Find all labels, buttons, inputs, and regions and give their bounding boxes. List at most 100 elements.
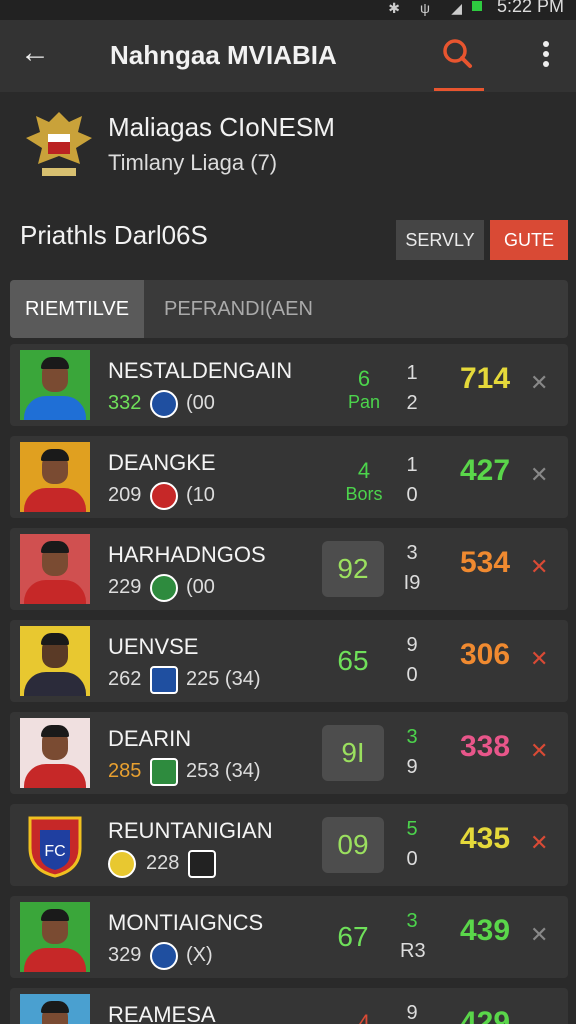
player-name: HARHADNGOS xyxy=(108,542,266,567)
mini-top: 3 xyxy=(406,726,418,748)
player-row[interactable]: MONTIAIGNCS 329 (X) 67 3 R3 439 ✕ xyxy=(10,896,568,978)
player-avatar xyxy=(20,534,90,604)
tab-active[interactable]: RIEMTILVE xyxy=(10,280,144,338)
back-arrow-icon[interactable]: ← xyxy=(20,36,50,70)
remove-icon[interactable]: ✕ xyxy=(530,922,548,948)
mini-top: 3 xyxy=(406,542,418,564)
player-score: 534 xyxy=(459,546,511,579)
player-row[interactable]: UENVSE 262 225 (34) 65 9 0 306 ✕ xyxy=(10,620,568,702)
player-avatar xyxy=(20,994,90,1024)
player-number: 229 xyxy=(108,576,142,598)
search-tab-indicator xyxy=(434,88,484,91)
mini-top: 1 xyxy=(406,454,418,476)
stat-value-box: 9I xyxy=(322,725,384,781)
stat-value: 6 xyxy=(357,366,371,391)
mini-bottom: I9 xyxy=(403,572,421,594)
player-score: 427 xyxy=(459,454,511,487)
player-avatar xyxy=(20,442,90,512)
battery-icon xyxy=(472,1,482,11)
mini-bottom: 2 xyxy=(406,392,418,414)
player-avatar xyxy=(20,350,90,420)
club-badge-icon xyxy=(108,850,136,878)
club-badge-icon xyxy=(150,666,178,694)
player-name: MONTIAIGNCS xyxy=(108,910,264,935)
mini-top: 3 xyxy=(406,910,418,932)
stat-value-box: 92 xyxy=(322,541,384,597)
player-name: REAMESA xyxy=(108,1002,216,1024)
club-badge-icon xyxy=(150,574,178,602)
signal-icon: ◢ xyxy=(451,0,462,16)
player-name: DEANGKE xyxy=(108,450,216,475)
player-number: 329 xyxy=(108,944,142,966)
club-badge-icon xyxy=(188,850,216,878)
vibrate-icon: ψ xyxy=(420,0,430,16)
stat-value-box: 09 xyxy=(322,817,384,873)
player-avatar xyxy=(20,902,90,972)
player-name: NESTALDENGAIN xyxy=(108,358,293,383)
player-number: 285 xyxy=(108,760,142,782)
mini-bottom: 0 xyxy=(406,484,418,506)
player-avatar xyxy=(20,626,90,696)
stat-label: Bors xyxy=(345,484,383,504)
club-badge-icon xyxy=(150,390,178,418)
mini-bottom: 0 xyxy=(406,848,418,870)
stat-value: 67 xyxy=(337,921,369,952)
search-icon[interactable] xyxy=(438,32,478,78)
player-score: 439 xyxy=(459,914,511,947)
player-row[interactable]: FC REUNTANIGIAN 228 09 5 0 435 ✕ xyxy=(10,804,568,886)
mini-top: 5 xyxy=(406,818,418,840)
player-stat: 228 xyxy=(146,852,180,874)
remove-icon[interactable]: ✕ xyxy=(530,738,548,764)
league-crest-icon xyxy=(22,108,96,184)
primary-button[interactable]: GUTE xyxy=(490,220,568,260)
stat-value: 65 xyxy=(337,645,369,676)
player-number: 262 xyxy=(108,668,142,690)
player-row[interactable]: DEANGKE 209 (10 4 Bors 1 0 427 ✕ xyxy=(10,436,568,518)
page-title: Nahngaa MVIABIA xyxy=(110,40,337,70)
status-time: 5:22 PM xyxy=(496,0,564,16)
player-row[interactable]: DEARIN 285 253 (34) 9I 3 9 338 ✕ xyxy=(10,712,568,794)
tab-bar: RIEMTILVE PEFRANDI(AEN xyxy=(10,280,568,338)
player-row[interactable]: HARHADNGOS 229 (00 92 3 I9 534 ✕ xyxy=(10,528,568,610)
remove-icon[interactable]: ✕ xyxy=(530,646,548,672)
league-subtitle: Timlany Liaga (7) xyxy=(108,150,278,175)
section-title: Priathls Darl06S xyxy=(20,220,208,250)
mini-top: 1 xyxy=(406,362,418,384)
bluetooth-icon: ✱ xyxy=(388,0,400,16)
player-name: REUNTANIGIAN xyxy=(108,818,273,843)
player-name: UENVSE xyxy=(108,634,199,659)
club-badge-icon xyxy=(150,482,178,510)
mini-top: 9 xyxy=(406,1002,418,1024)
stat-value: 4 xyxy=(357,458,371,483)
player-number: 209 xyxy=(108,484,142,506)
club-crest-icon: FC xyxy=(20,810,90,880)
player-stat: (00 xyxy=(186,392,215,414)
player-row[interactable]: REAMESA 4 9 429 xyxy=(10,988,568,1024)
remove-icon[interactable]: ✕ xyxy=(530,462,548,488)
mini-top: 9 xyxy=(406,634,418,656)
remove-icon[interactable]: ✕ xyxy=(530,830,548,856)
status-bar: ✱ ψ ◢ 5:22 PM xyxy=(0,0,576,20)
mini-bottom: 9 xyxy=(406,756,418,778)
tab-inactive[interactable]: PEFRANDI(AEN xyxy=(164,280,313,338)
stat-label: Pan xyxy=(347,392,381,412)
player-avatar xyxy=(20,718,90,788)
player-stat: 253 (34) xyxy=(186,760,261,782)
remove-icon[interactable]: ✕ xyxy=(530,554,548,580)
app-bar: ← Nahngaa MVIABIA xyxy=(0,20,576,92)
player-stat: (10 xyxy=(186,484,215,506)
stat-value: 4 xyxy=(357,1010,371,1024)
club-badge-icon xyxy=(150,942,178,970)
more-options-icon[interactable] xyxy=(536,38,556,74)
mini-bottom: 0 xyxy=(406,664,418,686)
club-badge-icon xyxy=(150,758,178,786)
player-stat: 225 (34) xyxy=(186,668,261,690)
player-stat: (00 xyxy=(186,576,215,598)
league-name: Maliagas CIoNESM xyxy=(108,112,335,142)
player-name: DEARIN xyxy=(108,726,192,751)
player-score: 714 xyxy=(459,362,511,395)
secondary-button[interactable]: SERVLY xyxy=(396,220,484,260)
player-row[interactable]: NESTALDENGAIN 332 (00 6 Pan 1 2 714 ✕ xyxy=(10,344,568,426)
remove-icon[interactable]: ✕ xyxy=(530,370,548,396)
player-score: 338 xyxy=(459,730,511,763)
